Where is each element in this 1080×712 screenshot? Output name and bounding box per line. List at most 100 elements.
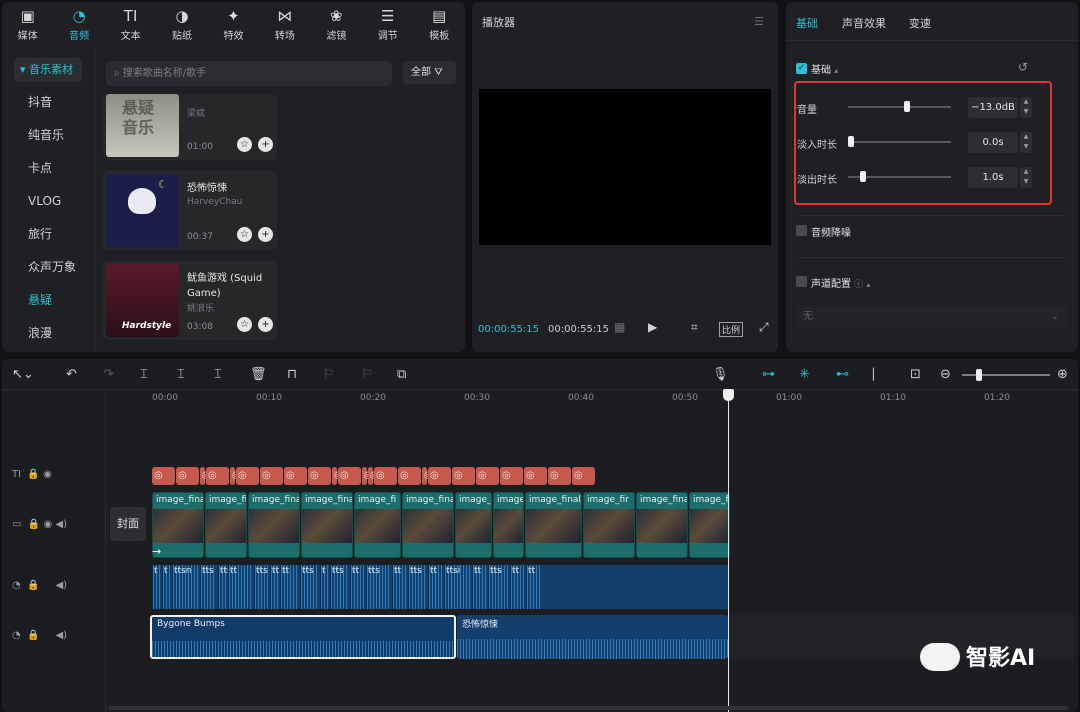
lock-icon[interactable]: 🔒 (27, 630, 39, 641)
crop-icon[interactable]: ⧉ (397, 367, 406, 382)
eye-icon[interactable]: ◉ (43, 469, 52, 480)
video-clip[interactable]: image_final_5 (525, 492, 582, 558)
tab-transition[interactable]: ⋈ 转场 (259, 2, 310, 46)
text-clip[interactable]: ◎ (284, 467, 307, 485)
tts-clip[interactable]: tts (366, 565, 390, 609)
cover-button[interactable]: 封面 (110, 507, 146, 541)
lock-icon[interactable]: 🔒 (27, 580, 39, 591)
text-clip[interactable]: ◎ (200, 467, 211, 485)
volume-stepper[interactable]: ▲ ▼ (1020, 97, 1032, 118)
text-clip[interactable]: ◎ (152, 467, 175, 485)
tab-media[interactable]: ▣ 媒体 (2, 2, 53, 46)
video-clip[interactable]: image_final (301, 492, 353, 558)
linkage-icon[interactable]: ⊷ (836, 367, 849, 382)
video-clip[interactable]: image_fi (354, 492, 401, 558)
music-card[interactable]: Hardstyle 鱿鱼游戏 (Squid Game) 姚浪乐 03:08 ☆ … (103, 261, 277, 340)
video-clip[interactable]: image_fir (205, 492, 247, 558)
text-clip[interactable]: ◎ (548, 467, 571, 485)
music-card[interactable]: 悬疑 音乐 梁斌 01:00 ☆ + (103, 94, 277, 160)
tts-clip[interactable]: ttsi (444, 565, 470, 609)
search-input[interactable]: ⌕ 搜索歌曲名称/歌手 (106, 61, 392, 86)
freeze-icon[interactable]: ⊓ (287, 367, 297, 382)
play-icon[interactable]: ▶ (648, 320, 657, 334)
video-clip[interactable]: image_ (493, 492, 524, 558)
tts-clip[interactable]: tt (510, 565, 524, 609)
split-icon[interactable]: ⌶ (140, 367, 148, 382)
text-clip[interactable]: ◎ (500, 467, 523, 485)
tab-sound-effects[interactable]: 声音效果 (842, 15, 886, 31)
text-clip[interactable]: ◎ (308, 467, 331, 485)
volume-knob[interactable] (904, 101, 910, 112)
tts-clip[interactable]: tt (280, 565, 298, 609)
playhead-handle[interactable] (723, 389, 734, 401)
tts-clip[interactable]: tts (300, 565, 318, 609)
select-tool-icon[interactable]: ↖⌄ (12, 367, 34, 382)
speaker-icon[interactable]: ◀) (55, 580, 67, 591)
volume-value[interactable]: −13.0dB (968, 97, 1018, 118)
video-clip[interactable]: image_ (455, 492, 492, 558)
denoise-checkbox[interactable] (796, 225, 807, 236)
tts-clip[interactable]: tt (526, 565, 540, 609)
text-clip[interactable]: ◎ (524, 467, 547, 485)
tts-clip[interactable]: tt (270, 565, 279, 609)
sidebar-item[interactable]: 众声万象 (2, 251, 94, 284)
audio-clip[interactable]: 恐怖惊悚 (457, 615, 728, 659)
video-clip[interactable]: image_fir (583, 492, 635, 558)
text-clip[interactable]: ◎ (452, 467, 475, 485)
tts-clip[interactable]: tts (200, 565, 216, 609)
time-ruler[interactable]: 00:00 00:10 00:20 00:30 00:40 00:50 01:0… (152, 393, 1072, 405)
reset-icon[interactable]: ↺ (1018, 60, 1028, 74)
category-header[interactable]: ▾ 音乐素材 (14, 58, 82, 82)
channel-select[interactable]: 无 ⌄ (797, 306, 1067, 328)
sidebar-item-active[interactable]: 悬疑 (2, 284, 94, 317)
tab-audio[interactable]: ◔ 音频 (53, 2, 104, 46)
text-clip[interactable]: ◎ (260, 467, 283, 485)
lock-icon[interactable]: 🔒 (27, 469, 39, 480)
eye-icon[interactable]: ◉ (43, 519, 52, 530)
video-clip[interactable]: image_fir (689, 492, 730, 558)
fade-out-value[interactable]: 1.0s (968, 167, 1018, 188)
video-clip[interactable]: image_fina (248, 492, 300, 558)
tab-sticker[interactable]: ◑ 贴纸 (156, 2, 207, 46)
sidebar-item[interactable]: VLOG (2, 185, 94, 218)
microphone-icon[interactable]: 🎙 (712, 367, 729, 382)
tts-clip[interactable]: tt (350, 565, 364, 609)
tts-clip[interactable]: tts (254, 565, 268, 609)
basic-checkbox[interactable]: ✓ (796, 63, 807, 74)
text-clip[interactable]: ◎ (422, 467, 433, 485)
fade-out-knob[interactable] (860, 171, 866, 182)
text-clip[interactable]: ◎ (206, 467, 229, 485)
volume-slider[interactable] (848, 101, 951, 112)
split-left-icon[interactable]: ⌶ (177, 367, 185, 382)
favorite-icon[interactable]: ☆ (237, 227, 252, 242)
tts-clip[interactable]: tts (488, 565, 508, 609)
fade-out-slider[interactable] (848, 171, 951, 182)
speaker-icon[interactable]: ◀) (55, 630, 67, 641)
text-clip[interactable]: ◎ (332, 467, 343, 485)
tts-clip[interactable]: tt (392, 565, 406, 609)
music-card[interactable]: ☾ 恐怖惊悚 HarveyChau 00:37 ☆ + (103, 171, 277, 250)
tab-speed[interactable]: 变速 (909, 15, 931, 31)
zoom-in-icon[interactable]: ⊕ (1057, 367, 1068, 382)
lock-icon[interactable]: 🔒 (28, 519, 40, 530)
main-track-magnet-icon[interactable]: ⊶ (762, 367, 775, 382)
fade-in-stepper[interactable]: ▲ ▼ (1020, 132, 1032, 153)
tab-basic[interactable]: 基础 (796, 15, 818, 31)
add-icon[interactable]: + (258, 227, 273, 242)
tab-filter[interactable]: ❀ 滤镜 (311, 2, 362, 46)
timeline-grid-icon[interactable]: ▦ (614, 320, 625, 334)
text-clip[interactable]: ◎ (572, 467, 595, 485)
preview-axis-icon[interactable]: ⎸ (873, 367, 886, 382)
fade-in-value[interactable]: 0.0s (968, 132, 1018, 153)
zoom-knob[interactable] (976, 369, 982, 381)
fade-in-slider[interactable] (848, 136, 951, 147)
playhead[interactable] (728, 389, 729, 712)
fade-in-knob[interactable] (848, 136, 854, 147)
menu-icon[interactable]: ☰ (754, 15, 764, 28)
tab-effects[interactable]: ✦ 特效 (208, 2, 259, 46)
filter-button[interactable]: 全部 ⛛ (403, 61, 456, 84)
tts-clip[interactable]: t (320, 565, 328, 609)
sidebar-item[interactable]: 旅行 (2, 218, 94, 251)
sidebar-item[interactable]: 抖音 (2, 86, 94, 119)
favorite-icon[interactable]: ☆ (237, 317, 252, 332)
